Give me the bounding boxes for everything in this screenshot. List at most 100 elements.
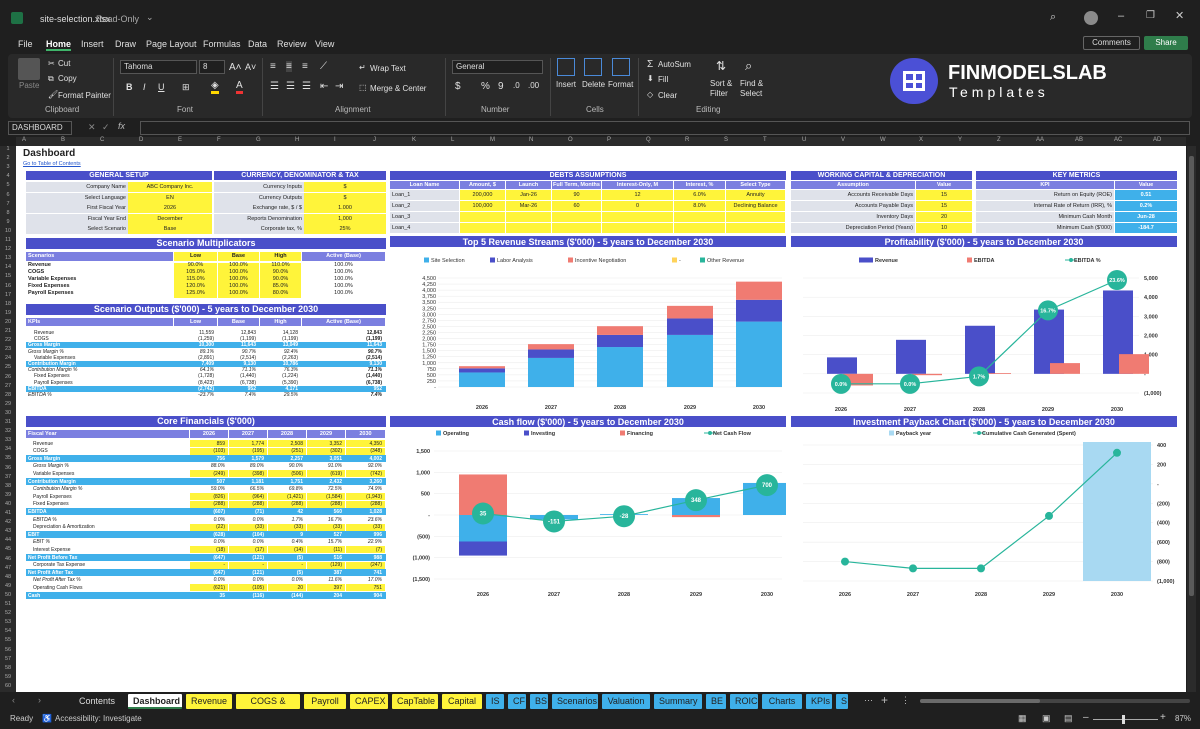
row-header[interactable]: 48 [0,574,16,580]
loan-input-bg[interactable] [460,212,505,222]
row-header[interactable]: 42 [0,519,16,525]
insert-button[interactable]: Insert [556,80,576,89]
borders-icon[interactable]: ⊞ [182,82,190,93]
merge-center-button[interactable]: Merge & Center [370,84,426,93]
row-header[interactable]: 30 [0,410,16,416]
align-bottom-icon[interactable]: ≡ [302,61,308,72]
align-middle-icon[interactable]: ≡ [286,61,292,72]
menu-home[interactable]: Home [46,39,72,51]
comments-button[interactable]: Comments [1083,36,1140,50]
zoom-level[interactable]: 87% [1175,714,1191,723]
currency-value[interactable]: 25% [304,224,386,234]
row-header[interactable]: 58 [0,665,16,671]
column-header-S[interactable]: S [724,137,728,143]
font-name-select[interactable]: Tahoma [120,60,197,74]
sheet-tab-kpis[interactable]: KPIs [806,694,832,709]
row-header[interactable]: 4 [0,173,16,179]
column-header-H[interactable]: H [295,137,299,143]
row-header[interactable]: 24 [0,355,16,361]
loan-input-bg[interactable] [506,223,551,233]
setup-value[interactable]: 2026 [128,203,212,213]
scenario-mult-cell[interactable]: 100.0% [218,276,259,283]
insert-icon[interactable] [557,58,575,76]
column-header-AC[interactable]: AC [1114,137,1122,143]
sheet-tab-roic[interactable]: ROIC [730,694,758,709]
row-header[interactable]: 3 [0,164,16,170]
row-header[interactable]: 46 [0,556,16,562]
row-header[interactable]: 55 [0,637,16,643]
column-header-L[interactable]: L [451,137,454,143]
row-header[interactable]: 26 [0,374,16,380]
setup-value[interactable]: December [128,214,212,224]
format-painter-icon[interactable]: 🖌 [48,90,58,99]
row-header[interactable]: 56 [0,647,16,653]
row-header[interactable]: 39 [0,492,16,498]
scenario-mult-cell[interactable]: 120.0% [174,283,217,290]
sheet-tab-s[interactable]: S [836,694,848,709]
scenario-mult-cell[interactable]: 80.0% [260,290,301,297]
loan-input-bg[interactable] [552,212,601,222]
delete-icon[interactable] [584,58,602,76]
scrollbar-thumb[interactable] [1189,156,1194,596]
column-header-K[interactable]: K [412,137,416,143]
loan-input[interactable]: 0 [602,201,673,211]
fill-button[interactable]: Fill [658,75,668,84]
normal-view-icon[interactable]: ▦ [1018,713,1027,724]
row-header[interactable]: 32 [0,428,16,434]
search-icon[interactable]: ⌕ [1050,11,1056,24]
column-header-AB[interactable]: AB [1075,137,1083,143]
function-icon[interactable]: fx [118,121,125,131]
currency-icon[interactable]: $ [455,81,461,92]
row-header[interactable]: 22 [0,337,16,343]
copy-button[interactable]: Copy [58,74,77,83]
row-header[interactable]: 21 [0,328,16,334]
row-header[interactable]: 31 [0,419,16,425]
page-break-view-icon[interactable]: ▤ [1064,713,1073,724]
sheet-tab-capex[interactable]: CAPEX [350,694,388,709]
currency-value[interactable]: 1.000 [304,203,386,213]
row-header[interactable]: 38 [0,483,16,489]
column-header-AD[interactable]: AD [1153,137,1161,143]
menu-insert[interactable]: Insert [81,39,104,49]
add-sheet-icon[interactable]: + [881,693,888,707]
row-header[interactable]: 57 [0,656,16,662]
column-header-Y[interactable]: Y [958,137,962,143]
column-header-M[interactable]: M [490,137,495,143]
column-header-N[interactable]: N [529,137,533,143]
row-header[interactable]: 45 [0,546,16,552]
currency-value[interactable]: $ [304,182,386,192]
row-header[interactable]: 20 [0,319,16,325]
wrap-text-button[interactable]: Wrap Text [370,64,406,73]
enter-icon[interactable]: ✓ [102,122,110,133]
column-header-C[interactable]: C [100,137,104,143]
menu-draw[interactable]: Draw [115,39,136,49]
column-header-J[interactable]: J [373,137,376,143]
sheet-tab-be[interactable]: BE [706,694,726,709]
sheet-tab-bs[interactable]: BS [530,694,548,709]
loan-input-bg[interactable] [726,212,785,222]
column-header-R[interactable]: R [685,137,689,143]
sheet-tab-cogs-opex[interactable]: COGS & OPEX [236,694,300,721]
menu-page-layout[interactable]: Page Layout [146,39,197,49]
sheet-tab-summary[interactable]: Summary [654,694,702,709]
loan-input-bg[interactable] [552,223,601,233]
row-header[interactable]: 33 [0,437,16,443]
paste-button[interactable]: Paste [19,81,39,90]
column-header-A[interactable]: A [22,137,26,143]
row-header[interactable]: 23 [0,346,16,352]
row-header[interactable]: 29 [0,401,16,407]
currency-value[interactable]: 1,000 [304,214,386,224]
toc-link[interactable]: Go to Table of Contents [23,161,81,167]
scenario-mult-cell[interactable]: 85.0% [260,283,301,290]
loan-input-bg[interactable] [674,223,725,233]
column-header-T[interactable]: T [763,137,767,143]
loan-input-bg[interactable] [506,212,551,222]
align-right-icon[interactable]: ☰ [302,81,311,92]
loan-input-bg[interactable] [674,212,725,222]
outdent-icon[interactable]: ⇥ [335,81,343,92]
decrease-font-icon[interactable]: A˅ [245,62,256,72]
loan-input[interactable]: 12 [602,190,673,200]
menu-data[interactable]: Data [248,39,267,49]
number-format-select[interactable]: General [452,60,543,74]
row-header[interactable]: 41 [0,510,16,516]
